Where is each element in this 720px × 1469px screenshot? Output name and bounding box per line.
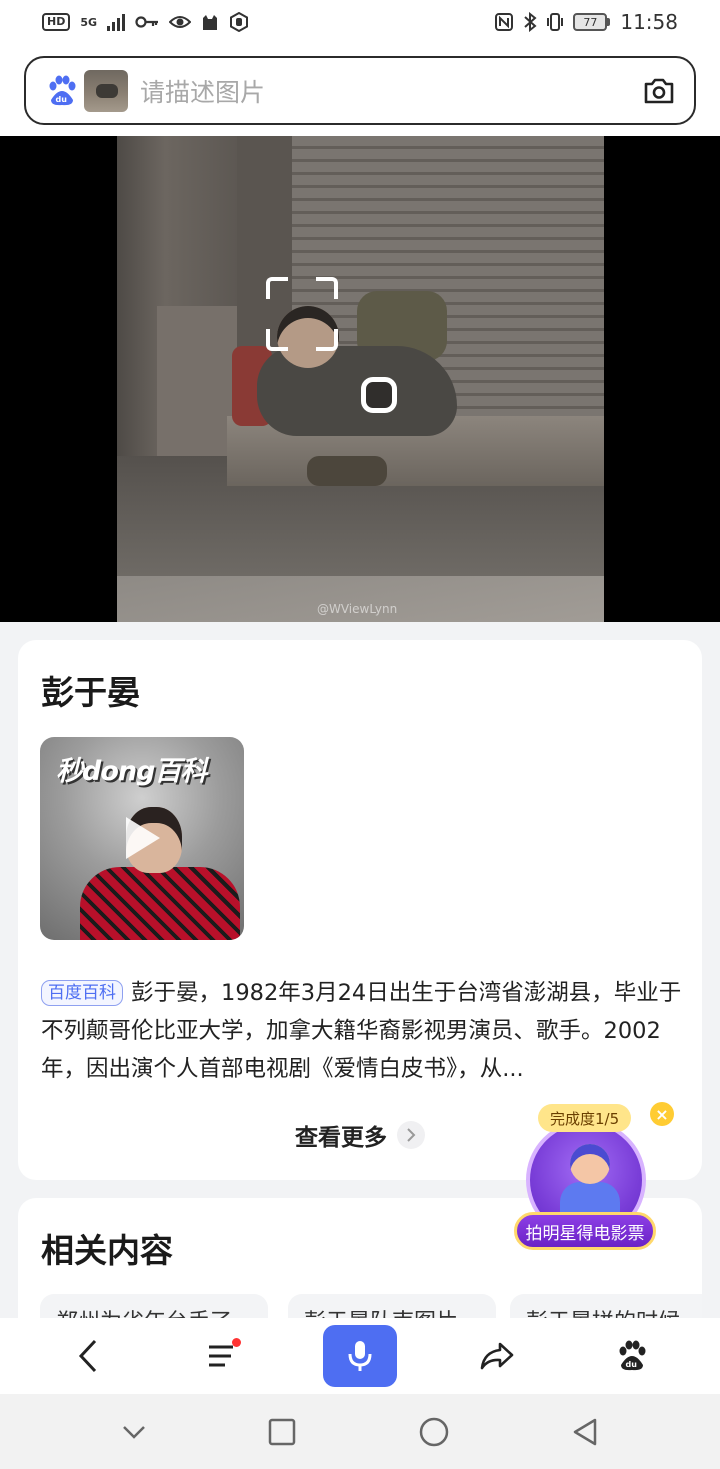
key-icon: [135, 16, 159, 28]
description-text: 彭于晏，1982年3月24日出生于台湾省澎湖县，毕业于不列颠哥伦比亚大学，加拿大…: [41, 980, 682, 1082]
baidu-home-icon: du: [619, 1340, 646, 1371]
result-description: 百度百科 彭于晏，1982年3月24日出生于台湾省澎湖县，毕业于不列颠哥伦比亚大学…: [41, 974, 683, 1088]
collapse-icon[interactable]: [121, 1424, 147, 1440]
baidu-home-button[interactable]: du: [596, 1324, 668, 1388]
cat-icon: [203, 15, 218, 30]
search-header: du 请描述图片: [0, 44, 720, 136]
bottom-toolbar: du: [0, 1318, 720, 1394]
hd-indicator: HD: [42, 13, 71, 31]
clock: 11:58: [620, 10, 678, 34]
bluetooth-icon: [524, 12, 537, 32]
result-title[interactable]: 彭于晏: [41, 666, 140, 714]
vibrate-icon: [547, 13, 564, 31]
share-icon: [480, 1342, 513, 1370]
close-icon[interactable]: ×: [650, 1102, 674, 1126]
recents-icon[interactable]: [268, 1418, 296, 1446]
notification-dot: [232, 1338, 242, 1347]
signal-icon: [107, 13, 126, 31]
svg-text:du: du: [56, 95, 68, 104]
svg-text:du: du: [626, 1360, 638, 1369]
badge-label: 拍明星得电影票: [514, 1212, 656, 1250]
camera-icon[interactable]: [642, 74, 676, 108]
face-focus-box[interactable]: [266, 277, 338, 351]
status-right: 77 11:58: [495, 10, 678, 34]
see-more-label: 查看更多: [295, 1125, 387, 1151]
query-photo: @WViewLynn: [117, 136, 604, 622]
voice-search-button[interactable]: [322, 1325, 397, 1387]
nav-back-icon[interactable]: [571, 1417, 599, 1447]
hand-icon: [230, 12, 249, 32]
object-select-dot[interactable]: [361, 377, 397, 413]
status-left: HD 5G: [42, 12, 249, 32]
eye-icon: [169, 16, 192, 28]
nfc-icon: [495, 13, 514, 31]
battery-level: 77: [573, 13, 608, 31]
related-title: 相关内容: [41, 1231, 173, 1270]
avatar-figure-icon: [560, 1144, 620, 1222]
search-input[interactable]: 请描述图片: [140, 73, 642, 109]
chevron-right-icon: [397, 1121, 425, 1149]
source-tag[interactable]: 百度百科: [41, 980, 123, 1006]
progress-pill: 完成度1/5: [538, 1104, 632, 1132]
status-bar: HD 5G 77 11:58: [0, 0, 720, 44]
battery-icon: 77: [573, 13, 611, 31]
play-icon[interactable]: [126, 817, 160, 859]
result-card: 彭于晏 秒dong百科 百度百科 彭于晏，1982年3月24日出生于台湾省澎湖县，…: [18, 640, 702, 1180]
video-thumbnail[interactable]: 秒dong百科: [40, 737, 244, 940]
query-photo-area: @WViewLynn: [0, 136, 720, 622]
system-navigation-bar: [0, 1394, 720, 1469]
network-label: 5G: [80, 15, 98, 29]
photo-watermark: @WViewLynn: [317, 602, 398, 616]
celebrity-photo-badge[interactable]: 完成度1/5 拍明星得电影票 ×: [514, 1102, 674, 1252]
search-bar[interactable]: du 请描述图片: [24, 56, 696, 125]
home-icon[interactable]: [418, 1416, 450, 1448]
menu-button[interactable]: [187, 1324, 259, 1388]
video-logo: 秒dong百科: [56, 756, 207, 787]
mic-icon: [348, 1341, 372, 1371]
back-icon: [78, 1339, 96, 1373]
back-button[interactable]: [52, 1324, 124, 1388]
baidu-paw-icon[interactable]: du: [44, 73, 80, 109]
share-button[interactable]: [461, 1324, 533, 1388]
query-image-thumbnail[interactable]: [84, 69, 128, 112]
